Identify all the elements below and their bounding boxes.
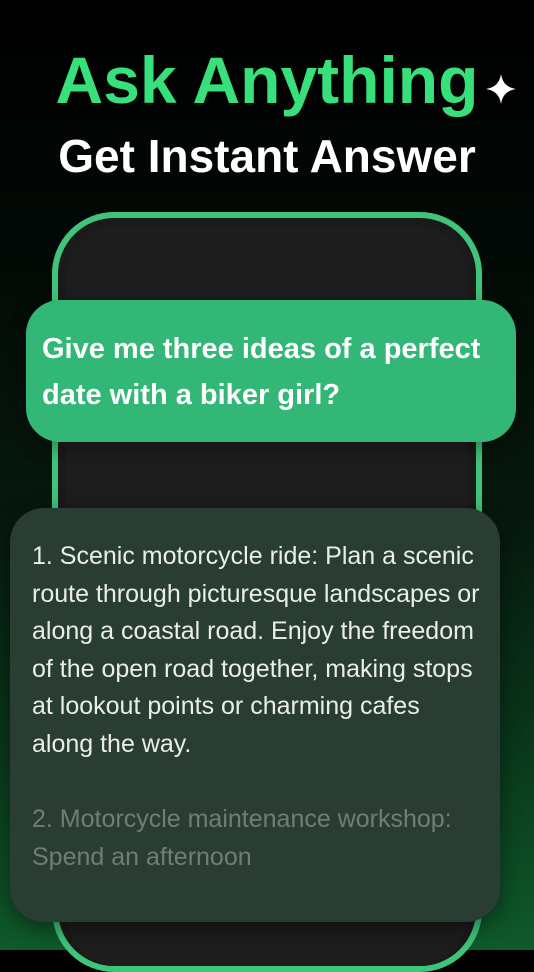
assistant-message-bubble[interactable]: 1. Scenic motorcycle ride: Plan a scenic… — [10, 508, 500, 922]
headline-subtitle: Get Instant Answer — [58, 130, 476, 182]
sparkle-icon — [486, 74, 516, 104]
assistant-answer-point-2: 2. Motorcycle maintenance workshop: Spen… — [32, 805, 452, 871]
headline-title: Ask Anything — [55, 43, 479, 117]
user-message-bubble: Give me three ideas of a perfect date wi… — [26, 300, 516, 442]
user-message-text: Give me three ideas of a perfect date wi… — [42, 333, 481, 411]
assistant-answer-point-1: 1. Scenic motorcycle ride: Plan a scenic… — [32, 542, 480, 758]
